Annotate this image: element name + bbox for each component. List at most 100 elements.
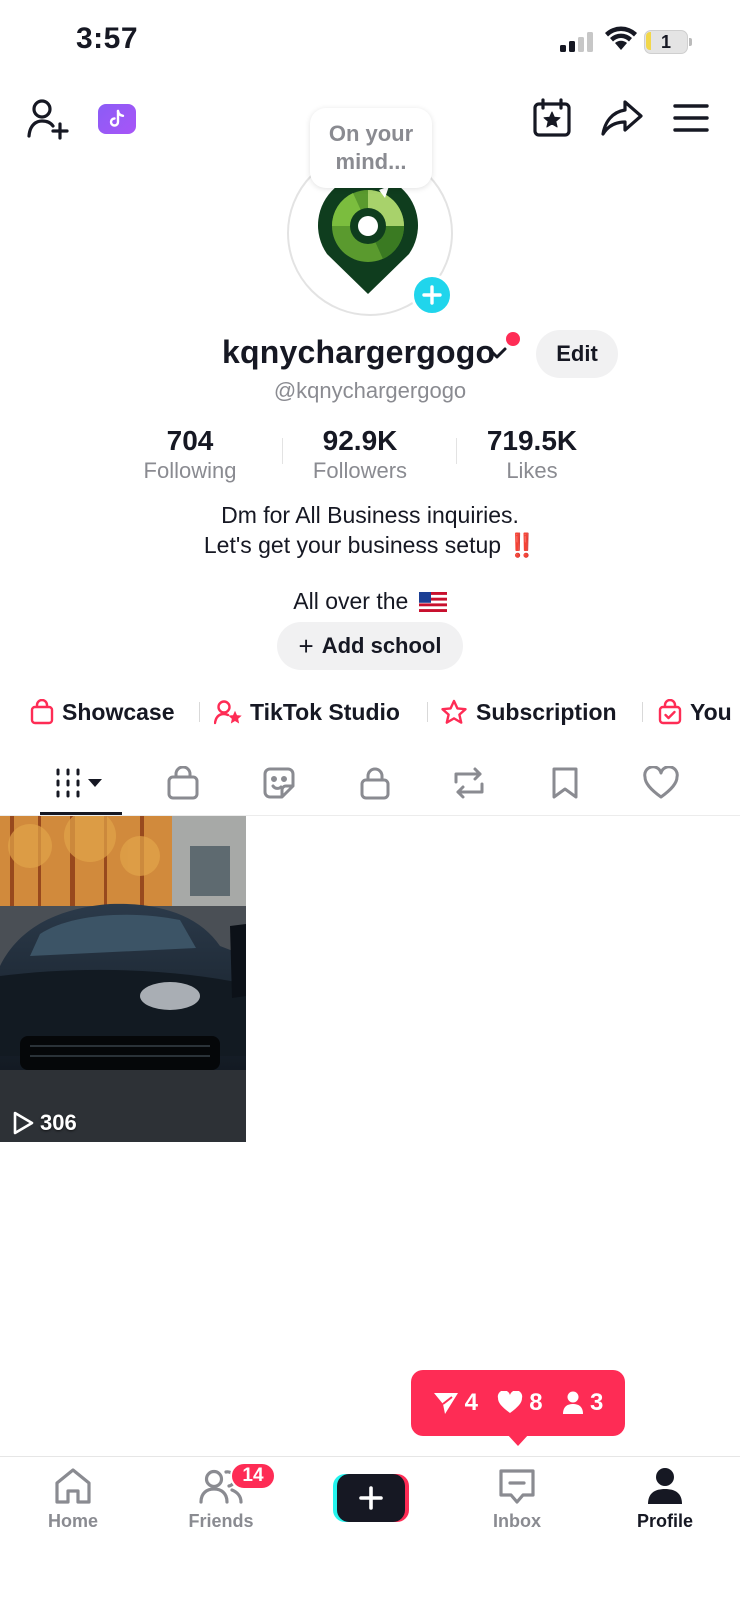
activity-comments: 4 [433,1389,478,1417]
us-flag-icon [418,592,447,612]
nav-label: Home [47,1511,98,1531]
username-row: kqnychargergogo Edit [0,330,740,380]
bio-line: Dm for All Business inquiries. [221,502,519,528]
stat-value: 704 [166,425,214,456]
quick-link-subscription[interactable]: Subscription [440,690,617,734]
nav-label: Inbox [493,1511,541,1531]
create-button[interactable] [333,1474,409,1522]
shopping-bag-icon [30,699,54,725]
shopping-bag-icon [167,766,199,800]
add-friend-icon[interactable] [26,96,72,142]
profile-stats: 704 Following 92.9K Followers 719.5K Lik… [140,424,600,484]
quick-link-showcase[interactable]: Showcase [30,690,175,734]
stat-label: Likes [506,458,558,483]
activity-popup-tail [507,1434,529,1446]
stat-label: Followers [312,458,408,483]
nav-inbox[interactable]: Inbox [462,1467,572,1547]
status-bar: 3:57 1 [0,0,740,80]
video-views-value: 306 [40,1110,77,1135]
activity-likes-count: 8 [529,1389,543,1416]
profile-icon [648,1468,682,1504]
grid-icon [56,768,102,798]
quick-link-divider [427,702,428,722]
bio-location: All over the [0,588,740,615]
bookmark-icon [552,767,578,799]
tab-private[interactable] [334,752,416,814]
stat-value: 92.9K [322,425,398,456]
quick-links: Showcase TikTok Studio Subscription You [0,690,740,734]
bio-location-text: All over the [293,588,409,614]
video-thumbnail[interactable] [0,816,246,1142]
tab-stickers[interactable] [238,752,320,814]
plus-icon [359,1486,383,1510]
stat-followers[interactable]: 92.9K Followers [290,424,430,484]
inbox-icon [499,1469,535,1504]
tiktok-badge-icon[interactable] [98,104,136,134]
home-icon [55,1468,91,1504]
activity-followers: 3 [562,1389,603,1417]
thought-bubble[interactable]: On your mind... [310,108,432,188]
tab-liked[interactable] [620,752,702,814]
bio-text: Let's get your business setup [203,532,502,558]
nav-home[interactable]: Home [18,1467,128,1547]
activity-notification[interactable]: 4 8 3 [411,1370,625,1436]
quick-link-divider [642,702,643,722]
quick-link-studio[interactable]: TikTok Studio [214,690,400,734]
activity-comments-count: 4 [464,1389,478,1416]
stat-likes[interactable]: 719.5K Likes [462,424,602,484]
add-school-button[interactable]: + Add school [277,622,463,670]
creator-star-icon [214,700,242,725]
cellular-signal-icon [560,32,593,52]
heart-icon [498,1391,523,1413]
stat-divider [456,438,457,464]
video-thumbnail-image [0,816,246,1142]
play-icon [13,1111,34,1135]
calendar-star-icon[interactable] [532,98,572,138]
quick-link-orders[interactable]: You [658,690,732,734]
quick-link-divider [199,702,200,722]
battery-icon: 1 [644,30,692,54]
stat-value: 719.5K [486,425,578,456]
quick-link-label: Subscription [476,698,617,725]
friends-badge: 14 [230,1462,276,1490]
tab-videos[interactable] [40,752,122,814]
profile-tabs [0,752,740,816]
battery-level: 1 [660,32,671,52]
tab-reposts[interactable] [428,752,510,814]
nav-label: Profile [636,1511,693,1531]
profile-bio: Dm for All Business inquiries. Let's get… [0,500,740,560]
tab-shop[interactable] [142,752,224,814]
status-time: 3:57 [76,22,139,55]
repost-icon [454,767,484,799]
nav-label: Friends [188,1511,254,1531]
share-icon[interactable] [600,98,644,138]
quick-link-label: TikTok Studio [250,698,400,725]
bio-exclamation: ‼️ [507,532,537,558]
order-bag-icon [658,699,682,725]
wifi-icon [605,26,637,50]
username[interactable]: kqnychargergogo [222,334,495,371]
profile-handle: @kqnychargergogo [273,378,467,403]
tab-saved[interactable] [524,752,606,814]
stat-following[interactable]: 704 Following [120,424,260,484]
add-story-button[interactable] [411,274,453,316]
menu-icon[interactable] [672,100,710,136]
chevron-down-icon[interactable] [486,344,508,362]
heart-icon [643,766,679,799]
quick-link-label: You [690,698,732,725]
tab-active-indicator [40,812,122,815]
stat-label: Following [143,458,237,483]
send-icon [433,1393,458,1414]
quick-link-label: Showcase [62,698,175,725]
nav-profile[interactable]: Profile [610,1467,720,1547]
edit-profile-button[interactable]: Edit [536,330,618,378]
video-view-count: 306 [10,1110,77,1136]
stat-divider [282,438,283,464]
bio-line: Let's get your business setup ‼️ [0,530,740,560]
sticker-icon [263,767,295,799]
notification-dot [506,332,520,346]
activity-followers-count: 3 [589,1389,604,1416]
activity-likes: 8 [497,1389,543,1417]
plus-icon: + [298,630,314,661]
lock-icon [360,767,390,800]
